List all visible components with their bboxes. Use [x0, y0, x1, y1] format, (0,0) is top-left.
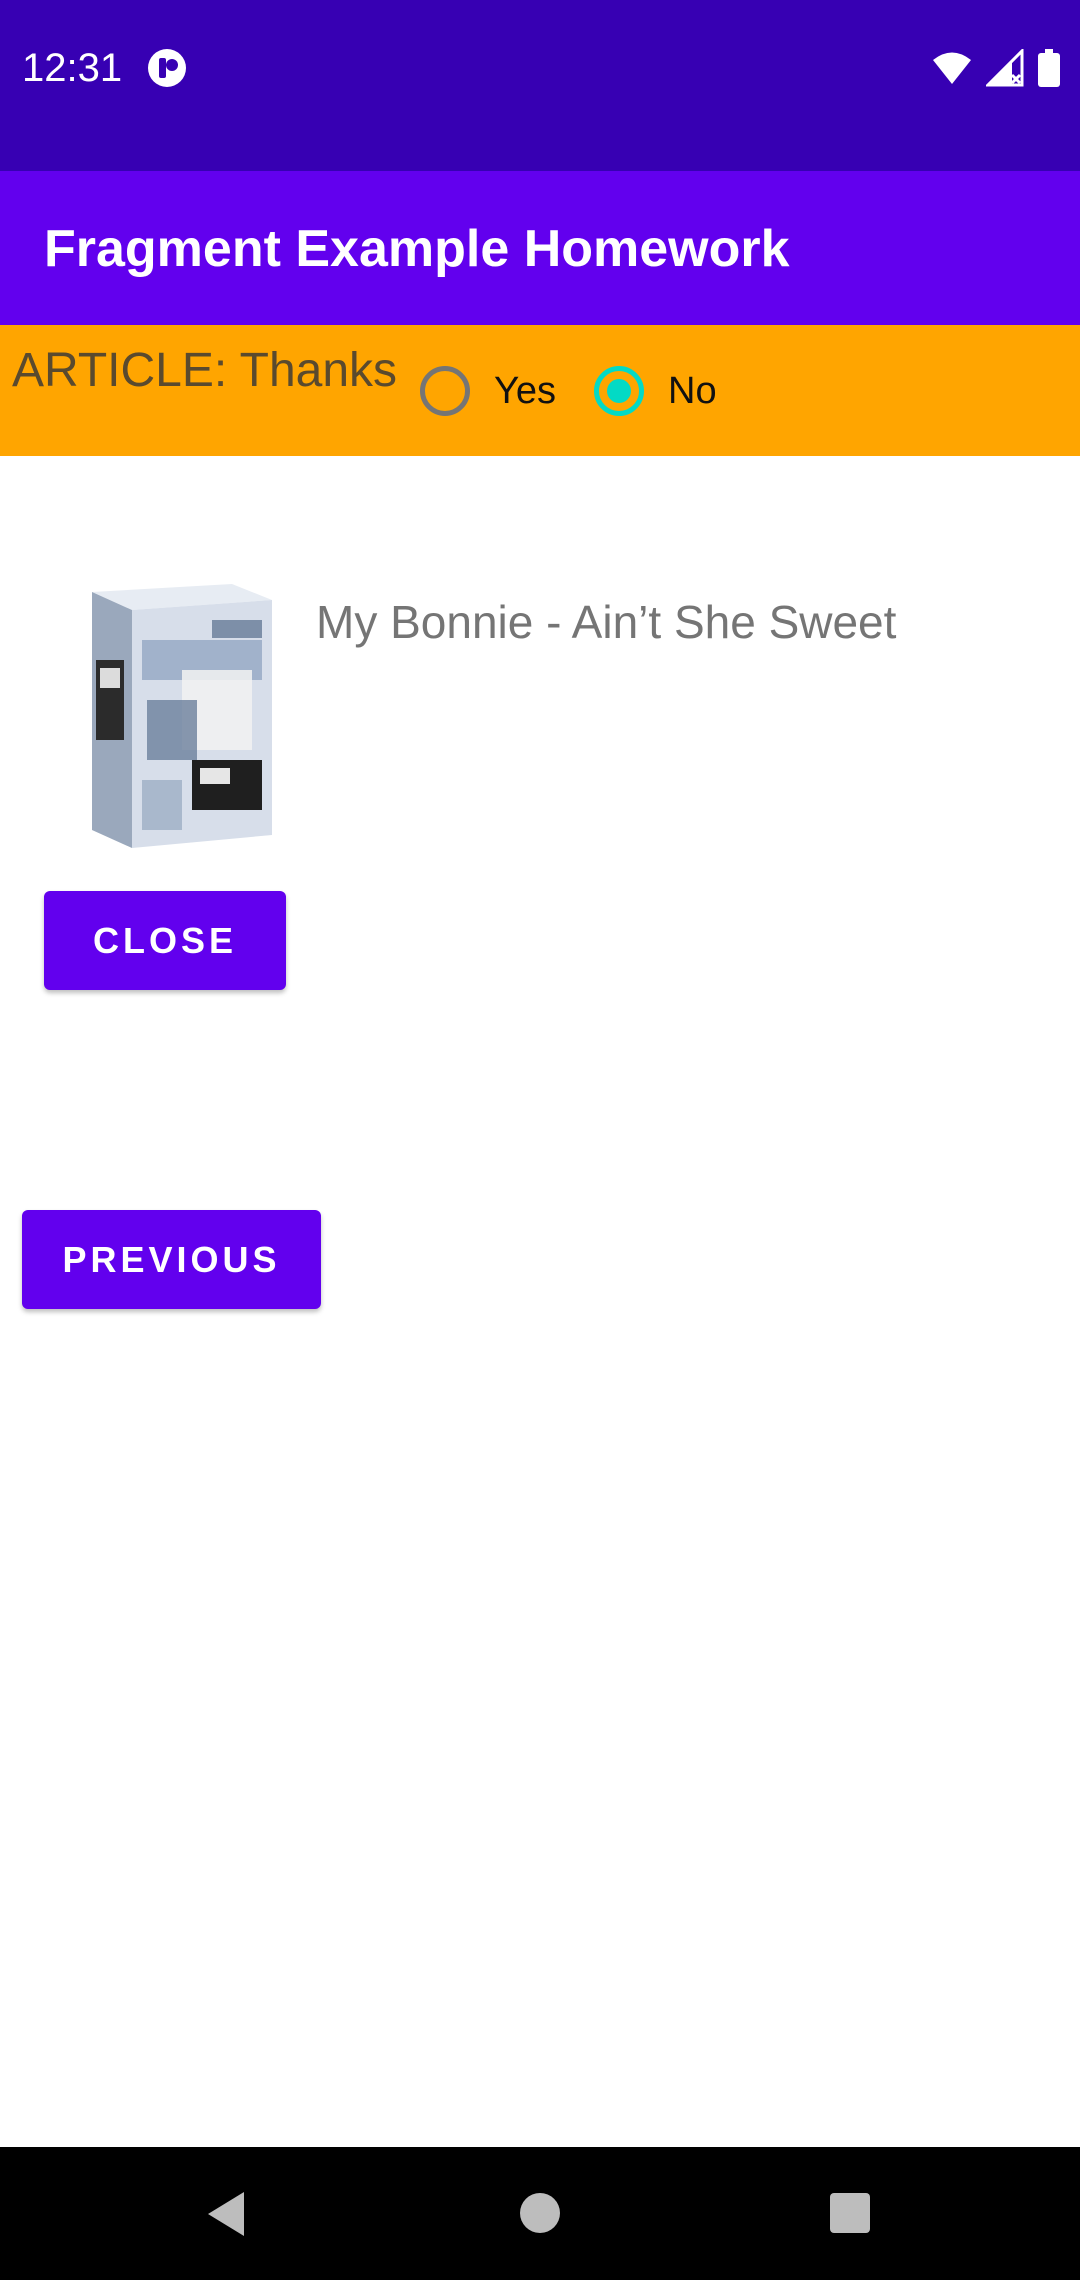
radio-yes-label: Yes	[494, 370, 556, 412]
status-time: 12:31	[22, 46, 123, 90]
radio-no-label: No	[668, 370, 717, 412]
battery-icon	[1038, 49, 1060, 87]
article-label: ARTICLE: Thanks	[12, 344, 398, 397]
back-icon[interactable]	[204, 2190, 248, 2238]
notification-app-icon	[148, 49, 186, 87]
album-box-set-image	[92, 584, 272, 848]
radio-no-circle[interactable]	[594, 366, 644, 416]
wifi-icon	[933, 52, 971, 84]
close-button[interactable]: Close	[44, 891, 286, 990]
radio-yes-circle[interactable]	[420, 366, 470, 416]
article-bar: ARTICLE: Thanks Yes No	[0, 325, 1080, 456]
app-title: Fragment Example Homework	[44, 220, 790, 278]
radio-yes[interactable]: Yes	[420, 361, 556, 421]
navigation-bar	[0, 2147, 1080, 2280]
app-bar: Fragment Example Homework	[0, 171, 1080, 325]
previous-button[interactable]: Previous	[22, 1210, 321, 1309]
recents-icon[interactable]	[830, 2193, 870, 2233]
home-icon[interactable]	[520, 2193, 560, 2233]
cellular-signal-icon	[986, 49, 1024, 87]
song-title: My Bonnie - Ain’t She Sweet	[316, 596, 897, 648]
status-icons	[932, 46, 1060, 90]
radio-no[interactable]: No	[594, 361, 717, 421]
status-bar: 12:31	[0, 0, 1080, 171]
